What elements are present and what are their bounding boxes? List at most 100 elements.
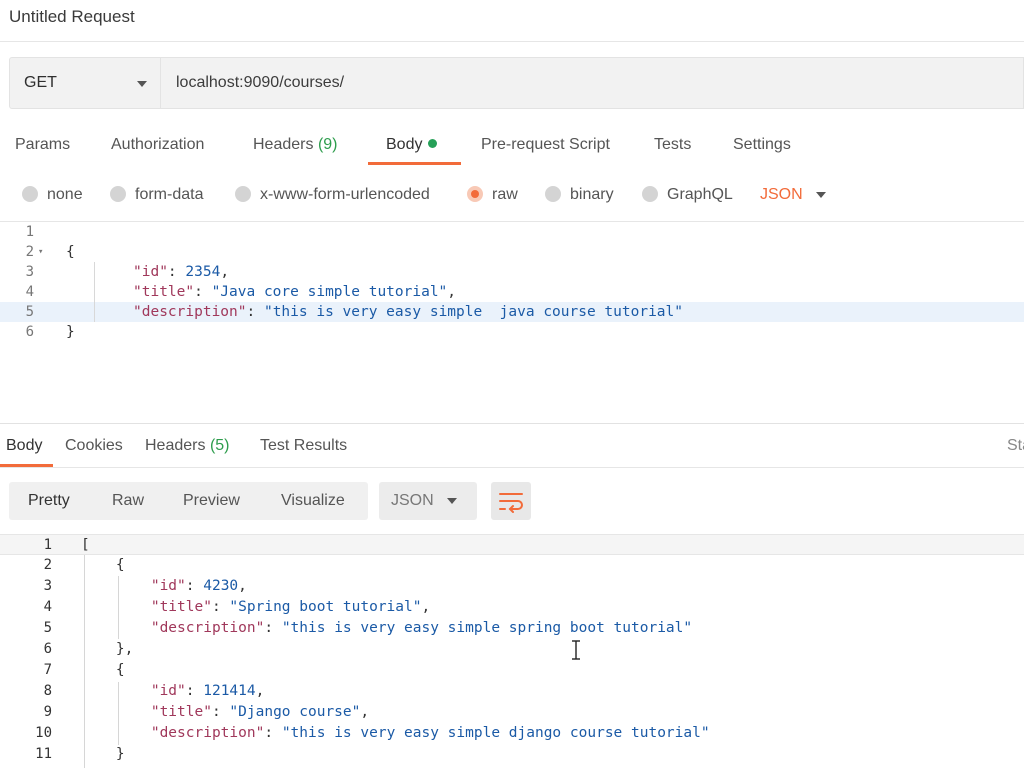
response-toolbar: Pretty Raw Preview Visualize JSON <box>9 482 1024 520</box>
tab-label: Settings <box>733 136 791 153</box>
line-number: 5 <box>43 620 52 636</box>
radio-raw[interactable]: raw <box>467 186 518 204</box>
chevron-down-icon <box>447 498 457 504</box>
editor-line-active: 5 "description": "this is very easy simp… <box>0 302 1024 322</box>
response-line: 11 } <box>0 744 1024 765</box>
json-key: "description" <box>150 620 265 636</box>
response-tabs: Body Cookies Headers (5) Test Results St… <box>0 424 1024 468</box>
radio-binary[interactable]: binary <box>545 186 614 204</box>
wrap-lines-button[interactable] <box>491 482 531 520</box>
radio-none[interactable]: none <box>22 186 83 204</box>
json-value: 121414 <box>203 683 256 699</box>
mode-pretty[interactable]: Pretty <box>28 492 70 510</box>
json-key: "title" <box>133 284 195 300</box>
tab-label: Headers <box>253 136 314 153</box>
tab-settings[interactable]: Settings <box>733 136 791 154</box>
request-body-editor[interactable]: 1 2 ▾ { 3 "id": 2354, 4 "title": "Java c… <box>0 221 1024 421</box>
json-value: "Spring boot tutorial" <box>229 599 422 615</box>
code-text: { <box>66 244 75 260</box>
response-status-label: Sta <box>1007 437 1024 454</box>
tab-label: Tests <box>654 136 692 153</box>
json-value: "this is very easy simple django course … <box>281 725 710 741</box>
line-number: 1 <box>25 224 34 240</box>
radio-circle-icon <box>110 186 126 202</box>
json-key: "title" <box>150 704 212 720</box>
line-number: 8 <box>43 683 52 699</box>
tab-test-results[interactable]: Test Results <box>260 437 347 455</box>
request-title-bar: Untitled Request <box>0 0 1024 42</box>
mode-raw[interactable]: Raw <box>112 492 144 510</box>
radio-circle-icon <box>642 186 658 202</box>
line-number: 5 <box>25 304 34 320</box>
response-format-select[interactable]: JSON <box>379 482 477 520</box>
method-select[interactable]: GET <box>9 57 161 109</box>
json-value: "this is very easy simple java course tu… <box>263 304 683 320</box>
body-format-select[interactable]: JSON <box>760 186 826 204</box>
line-number: 1 <box>43 537 52 553</box>
line-number: 7 <box>43 662 52 678</box>
json-key: "title" <box>150 599 212 615</box>
headers-count: (5) <box>209 437 230 454</box>
request-tabs: Params Authorization Headers (9) Body Pr… <box>0 125 1024 167</box>
code-text: "id": 2354, <box>133 262 229 282</box>
url-value: localhost:9090/courses/ <box>176 74 345 91</box>
tab-params[interactable]: Params <box>15 136 70 154</box>
line-number: 2 <box>43 557 52 573</box>
url-input[interactable]: localhost:9090/courses/ <box>161 57 1024 109</box>
json-comma: , <box>360 704 370 720</box>
json-sep: : <box>264 620 282 636</box>
radio-form-data[interactable]: form-data <box>110 186 203 204</box>
radio-label: x-www-form-urlencoded <box>260 186 430 203</box>
line-number: 4 <box>43 599 52 615</box>
tab-response-headers[interactable]: Headers (5) <box>145 437 230 455</box>
json-key: "description" <box>133 304 247 320</box>
editor-line: 2 ▾ { <box>0 242 1024 262</box>
json-sep: : <box>167 264 186 280</box>
line-number: 3 <box>25 264 34 280</box>
tab-body[interactable]: Body <box>386 136 438 154</box>
code-text: "id": 121414, <box>81 681 265 702</box>
tab-headers[interactable]: Headers (9) <box>253 136 338 154</box>
radio-label: none <box>47 186 83 203</box>
mode-visualize[interactable]: Visualize <box>281 492 345 510</box>
json-sep: : <box>185 578 204 594</box>
tab-authorization[interactable]: Authorization <box>111 136 204 154</box>
response-line: 8 "id": 121414, <box>0 681 1024 702</box>
code-text: "title": "Django course", <box>81 702 369 723</box>
response-body-viewer[interactable]: 1 [ 2 { 3 "id": 4230, 4 "title": "Spring… <box>0 533 1024 768</box>
radio-label: GraphQL <box>667 186 733 203</box>
line-number: 2 <box>25 244 34 260</box>
json-comma: , <box>447 284 457 300</box>
code-text: [ <box>81 537 90 553</box>
fold-arrow-icon[interactable]: ▾ <box>38 242 43 262</box>
tab-pre-request-script[interactable]: Pre-request Script <box>481 136 610 154</box>
tab-response-body[interactable]: Body <box>6 437 42 455</box>
tab-label: Params <box>15 136 71 153</box>
code-text: { <box>81 662 125 678</box>
line-number: 6 <box>43 641 52 657</box>
radio-graphql[interactable]: GraphQL <box>642 186 733 204</box>
editor-line: 6 } <box>0 322 1024 342</box>
radio-label: form-data <box>135 186 204 203</box>
json-value: "Java core simple tutorial" <box>211 284 448 300</box>
tab-tests[interactable]: Tests <box>654 136 691 154</box>
mode-preview[interactable]: Preview <box>183 492 240 510</box>
tab-cookies[interactable]: Cookies <box>65 437 123 455</box>
indent-guide <box>84 555 85 768</box>
code-text: } <box>66 324 75 340</box>
radio-label: raw <box>492 186 518 203</box>
indent-guide <box>118 576 119 639</box>
body-format-label: JSON <box>760 186 803 203</box>
json-key: "id" <box>150 683 186 699</box>
json-sep: : <box>246 304 264 320</box>
request-title[interactable]: Untitled Request <box>9 7 135 27</box>
json-sep: : <box>211 704 230 720</box>
headers-count: (9) <box>317 136 338 153</box>
tab-label: Cookies <box>65 437 123 454</box>
radio-x-www-form-urlencoded[interactable]: x-www-form-urlencoded <box>235 186 430 204</box>
json-comma: , <box>255 683 265 699</box>
